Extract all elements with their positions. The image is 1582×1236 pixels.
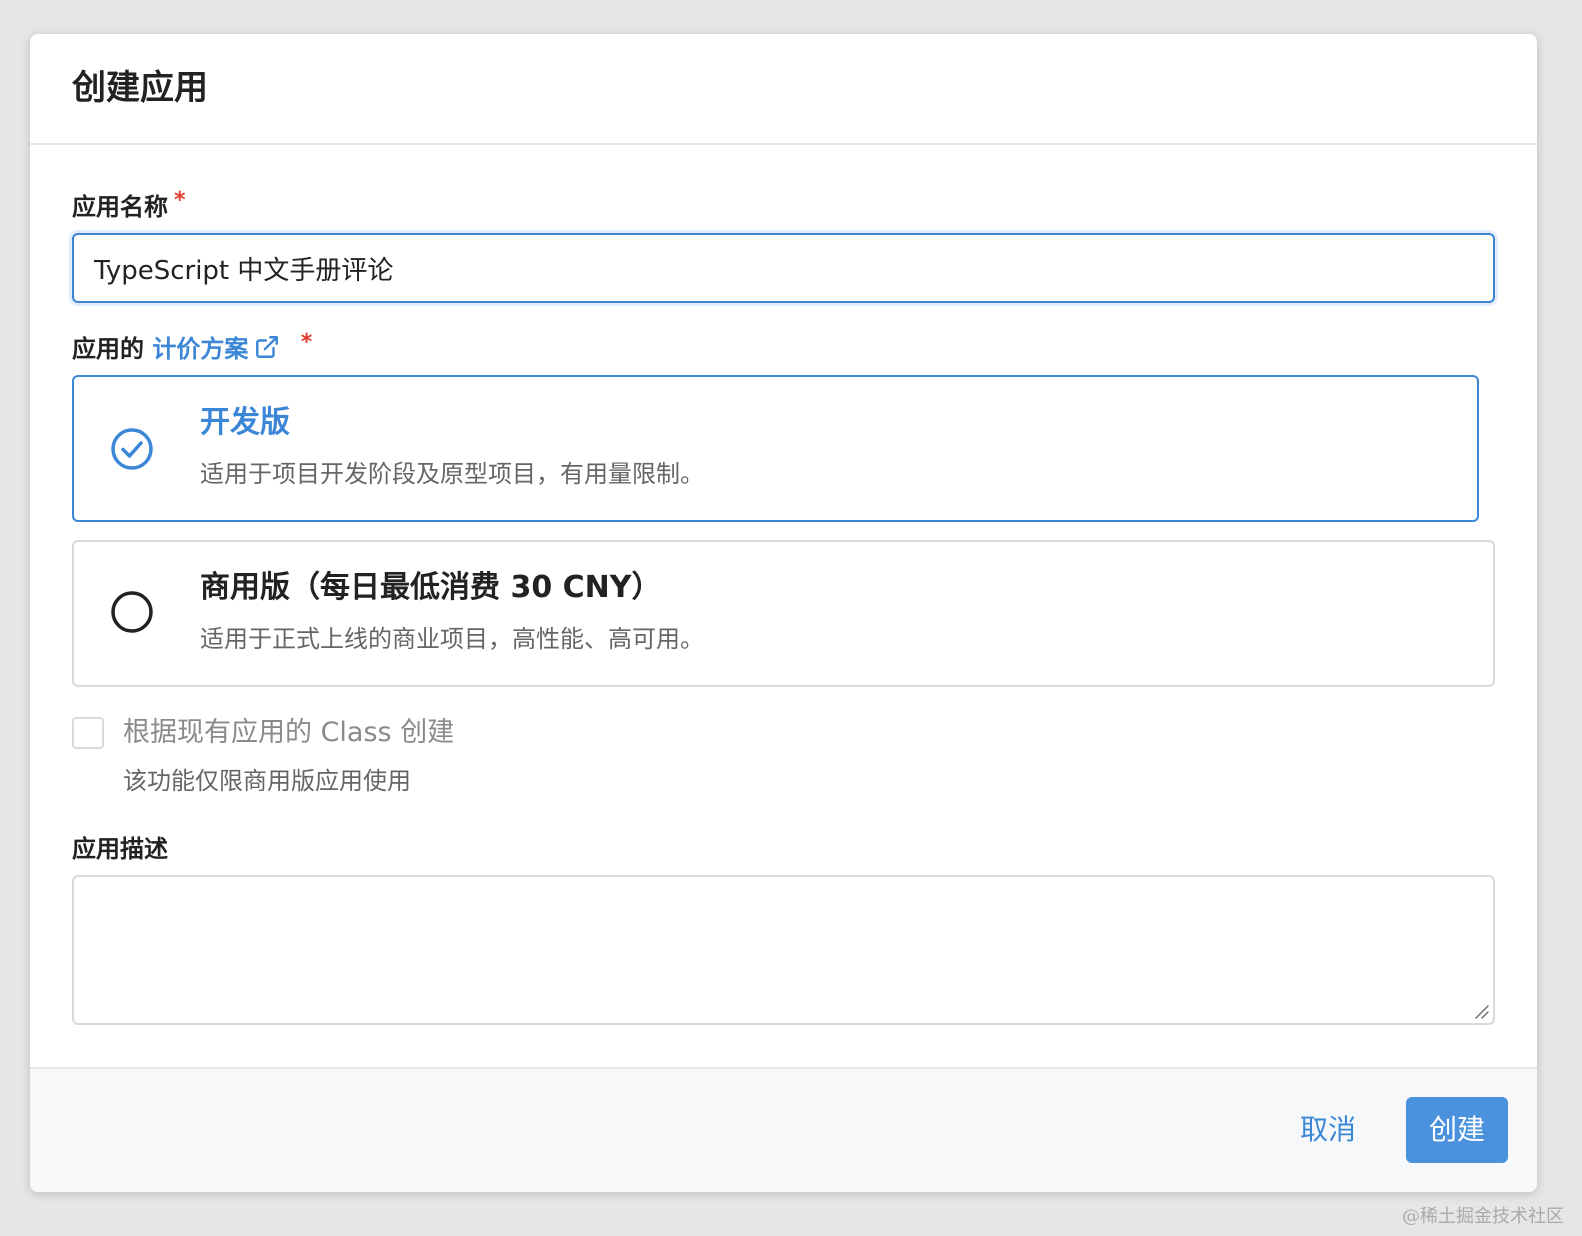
cancel-button[interactable]: 取消 (1278, 1097, 1378, 1163)
pricing-plan-label-prefix: 应用的 (72, 335, 144, 363)
pricing-plan-label: 应用的 计价方案 * (72, 330, 312, 364)
external-link-icon (256, 336, 279, 358)
dialog-header: 创建应用 (30, 34, 1537, 145)
create-app-dialog: 创建应用 应用名称* 应用的 计价方案 * 开发版 适用于项目开发阶段及原型项目… (30, 34, 1537, 1192)
check-circle-icon (111, 428, 153, 470)
resize-grip-icon[interactable] (1473, 1003, 1489, 1019)
plan-option-commercial[interactable]: 商用版（每日最低消费 30 CNY） 适用于正式上线的商业项目，高性能、高可用。 (72, 540, 1495, 687)
pricing-plan-link[interactable]: 计价方案 (152, 335, 288, 363)
app-name-input[interactable] (72, 233, 1495, 303)
clone-class-checkbox[interactable] (72, 717, 104, 749)
dialog-title: 创建应用 (72, 68, 208, 108)
plan-option-dev[interactable]: 开发版 适用于项目开发阶段及原型项目，有用量限制。 (72, 375, 1479, 522)
clone-class-label[interactable]: 根据现有应用的 Class 创建 (123, 716, 454, 750)
pricing-plan-link-text: 计价方案 (152, 335, 249, 363)
app-name-label-text: 应用名称 (72, 193, 168, 221)
watermark: @稀土掘金技术社区 (1402, 1206, 1564, 1227)
dialog-footer: 取消 创建 (30, 1067, 1537, 1192)
app-description-label: 应用描述 (72, 835, 168, 863)
create-button[interactable]: 创建 (1406, 1097, 1508, 1163)
plan-description: 适用于正式上线的商业项目，高性能、高可用。 (200, 625, 704, 653)
plan-title: 开发版 (200, 405, 290, 440)
plan-description: 适用于项目开发阶段及原型项目，有用量限制。 (200, 460, 704, 488)
app-name-label: 应用名称 * (72, 188, 186, 222)
clone-class-hint: 该功能仅限商用版应用使用 (123, 767, 411, 795)
required-star: * (174, 188, 186, 213)
app-description-textarea[interactable] (72, 875, 1495, 1025)
required-star: * (300, 330, 313, 355)
plan-title: 商用版（每日最低消费 30 CNY） (200, 570, 662, 605)
radio-circle-icon (111, 591, 153, 633)
